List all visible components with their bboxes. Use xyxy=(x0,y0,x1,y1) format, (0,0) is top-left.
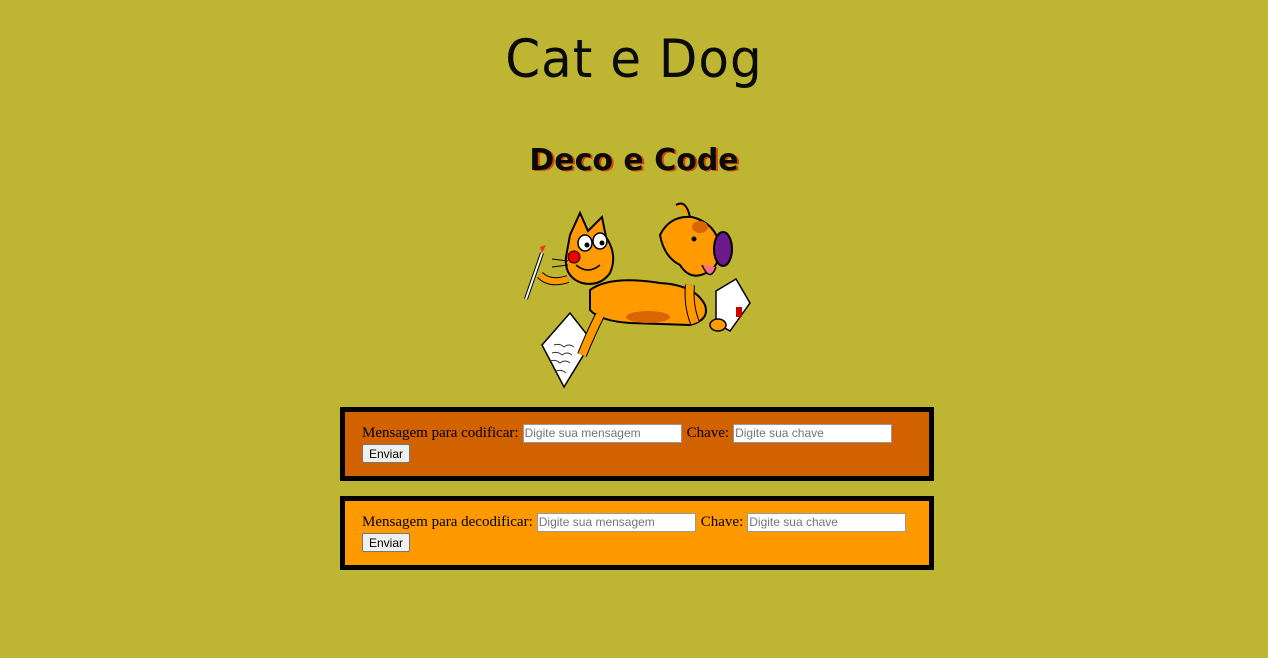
decode-form: Mensagem para decodificar: Chave: Enviar xyxy=(340,496,934,570)
page-subtitle: Deco e Code xyxy=(529,143,739,178)
decode-message-label: Mensagem para decodificar: xyxy=(362,514,533,530)
encode-key-label: Chave: xyxy=(686,425,730,441)
encode-form: Mensagem para codificar: Chave: Enviar xyxy=(340,407,934,481)
dog-head xyxy=(658,202,733,277)
encode-message-label: Mensagem para codificar: xyxy=(362,425,519,441)
encode-key-input[interactable] xyxy=(733,423,893,443)
decode-submit-button[interactable]: Enviar xyxy=(362,533,411,552)
catdog-illustration xyxy=(524,202,751,389)
pencil-icon xyxy=(524,245,546,300)
decode-key-input[interactable] xyxy=(747,512,907,532)
decode-message-input[interactable] xyxy=(536,512,696,532)
cat-head xyxy=(551,210,615,285)
encode-message-input[interactable] xyxy=(522,423,682,443)
page-title: Cat e Dog xyxy=(505,28,763,90)
decode-key-label: Chave: xyxy=(700,514,744,530)
encode-submit-button[interactable]: Enviar xyxy=(362,444,411,463)
